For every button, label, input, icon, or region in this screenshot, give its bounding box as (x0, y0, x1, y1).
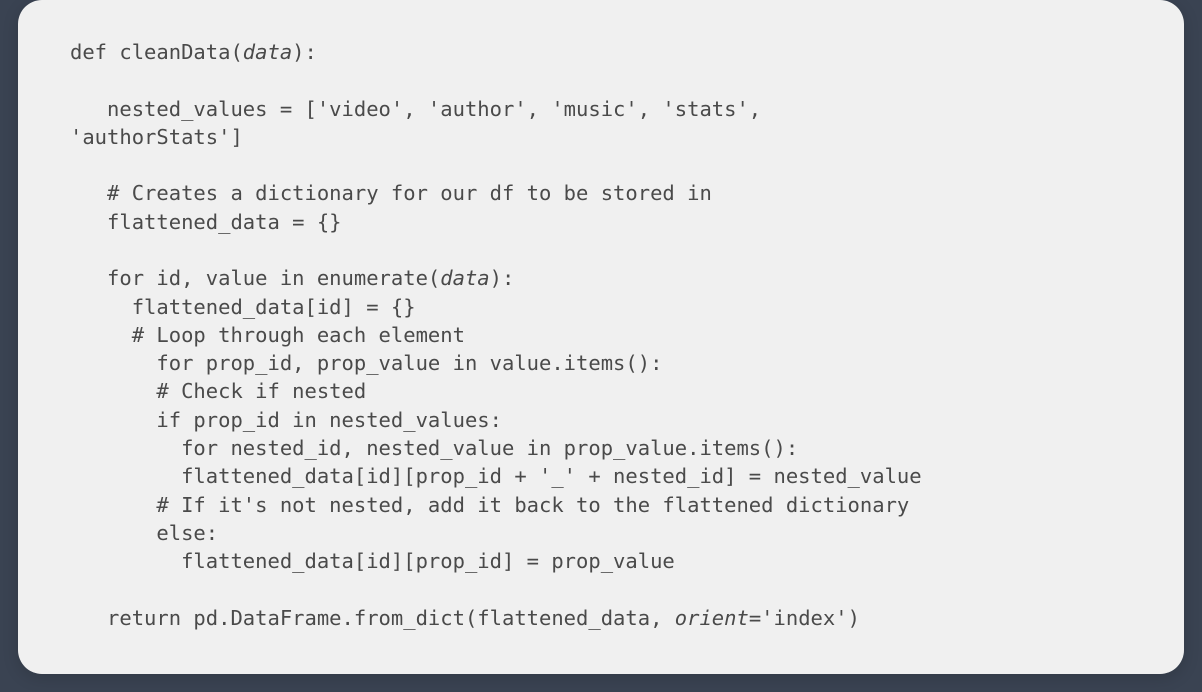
line-14: if prop_id in nested_values: (70, 408, 502, 432)
line-3: nested_values = ['video', 'author', 'mus… (70, 97, 761, 121)
line-11-comment: # Loop through each element (70, 323, 465, 347)
line-6-comment: # Creates a dictionary for our df to be … (70, 181, 712, 205)
line-16: flattened_data[id][prop_id + '_' + neste… (70, 464, 922, 488)
code-card: def cleanData(data): nested_values = ['v… (18, 0, 1184, 674)
line-9: for id, value in enumerate(data): (70, 266, 514, 290)
line-21: return pd.DataFrame.from_dict(flattened_… (70, 606, 860, 630)
line-10: flattened_data[id] = {} (70, 295, 416, 319)
line-19: flattened_data[id][prop_id] = prop_value (70, 549, 675, 573)
line-12: for prop_id, prop_value in value.items()… (70, 351, 662, 375)
line-4: 'authorStats'] (70, 125, 243, 149)
code-block: def cleanData(data): nested_values = ['v… (70, 38, 1132, 632)
line-15: for nested_id, nested_value in prop_valu… (70, 436, 798, 460)
line-13-comment: # Check if nested (70, 379, 366, 403)
line-1: def cleanData(data): (70, 40, 317, 64)
line-18: else: (70, 521, 218, 545)
line-7: flattened_data = {} (70, 210, 342, 234)
line-17-comment: # If it's not nested, add it back to the… (70, 493, 909, 517)
